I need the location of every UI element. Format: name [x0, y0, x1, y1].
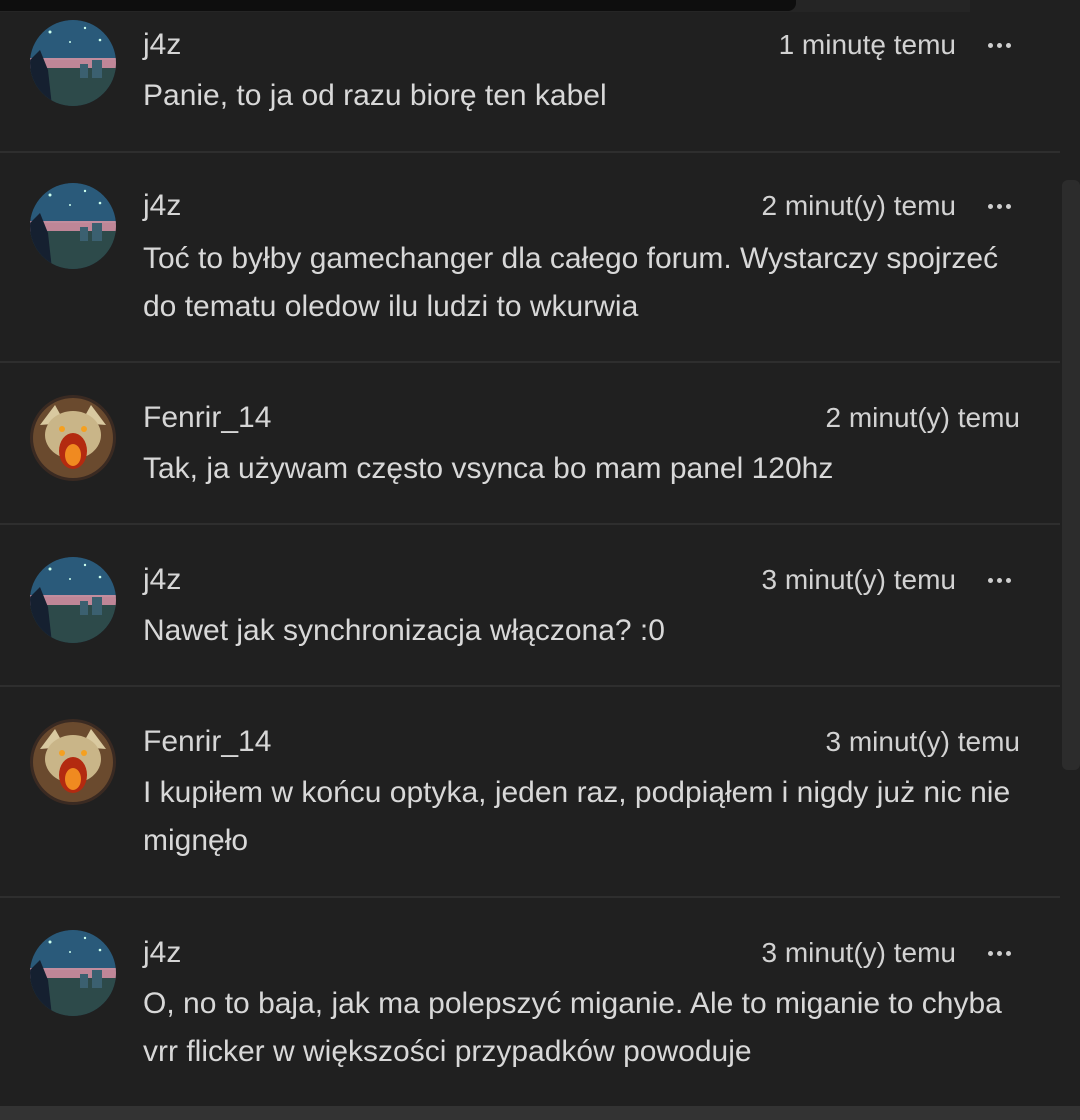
- comment-text: Tak, ja używam często vsynca bo mam pane…: [143, 452, 834, 485]
- more-options-icon[interactable]: [988, 948, 1012, 958]
- more-options-icon[interactable]: [988, 201, 1012, 211]
- avatar[interactable]: [30, 395, 116, 481]
- avatar[interactable]: [30, 557, 116, 643]
- comment-author[interactable]: j4z: [143, 562, 181, 598]
- comment-text: O, no to baja, jak ma polepszyć miganie.…: [143, 987, 1002, 1068]
- comment-item: j4z 1 minutę temu Panie, to ja od razu b…: [0, 0, 1060, 153]
- avatar[interactable]: [30, 20, 116, 106]
- avatar[interactable]: [30, 930, 116, 1016]
- comment-text: Toć to byłby gamechanger dla całego foru…: [143, 242, 999, 323]
- comment-item: j4z 3 minut(y) temu Nawet jak synchroniz…: [0, 525, 1060, 687]
- comment-author[interactable]: j4z: [143, 188, 181, 224]
- comment-item: j4z 3 minut(y) temu O, no to baja, jak m…: [0, 898, 1060, 1106]
- landscape-avatar-icon: [30, 557, 116, 643]
- comment-author[interactable]: Fenrir_14: [143, 400, 271, 436]
- landscape-avatar-icon: [30, 183, 116, 269]
- comment-item: Fenrir_14 3 minut(y) temu I kupiłem w ko…: [0, 687, 1060, 898]
- landscape-avatar-icon: [30, 930, 116, 1016]
- avatar[interactable]: [30, 183, 116, 269]
- wolf-avatar-icon: [30, 719, 116, 805]
- more-options-icon[interactable]: [988, 40, 1012, 50]
- comment-timestamp: 3 minut(y) temu: [761, 564, 957, 595]
- comment-timestamp: 3 minut(y) temu: [825, 726, 1021, 757]
- comment-author[interactable]: j4z: [143, 27, 181, 63]
- wolf-avatar-icon: [30, 395, 116, 481]
- bottom-strip: [0, 1106, 1080, 1120]
- landscape-avatar-icon: [30, 20, 116, 106]
- comment-timestamp: 2 minut(y) temu: [761, 190, 957, 221]
- comment-timestamp: 3 minut(y) temu: [761, 937, 957, 968]
- comment-text: Panie, to ja od razu biorę ten kabel: [143, 79, 607, 112]
- comment-item: j4z 2 minut(y) temu Toć to byłby gamecha…: [0, 153, 1060, 363]
- comment-timestamp: 2 minut(y) temu: [825, 402, 1021, 433]
- scrollbar[interactable]: [1062, 180, 1080, 770]
- comment-text: I kupiłem w końcu optyka, jeden raz, pod…: [143, 776, 1011, 857]
- comment-author[interactable]: j4z: [143, 935, 181, 971]
- comment-timestamp: 1 minutę temu: [778, 29, 956, 60]
- comment-item: Fenrir_14 2 minut(y) temu Tak, ja używam…: [0, 363, 1060, 525]
- more-options-icon[interactable]: [988, 575, 1012, 585]
- avatar[interactable]: [30, 719, 116, 805]
- comment-text: Nawet jak synchronizacja włączona? :0: [143, 614, 665, 647]
- comment-author[interactable]: Fenrir_14: [143, 724, 271, 760]
